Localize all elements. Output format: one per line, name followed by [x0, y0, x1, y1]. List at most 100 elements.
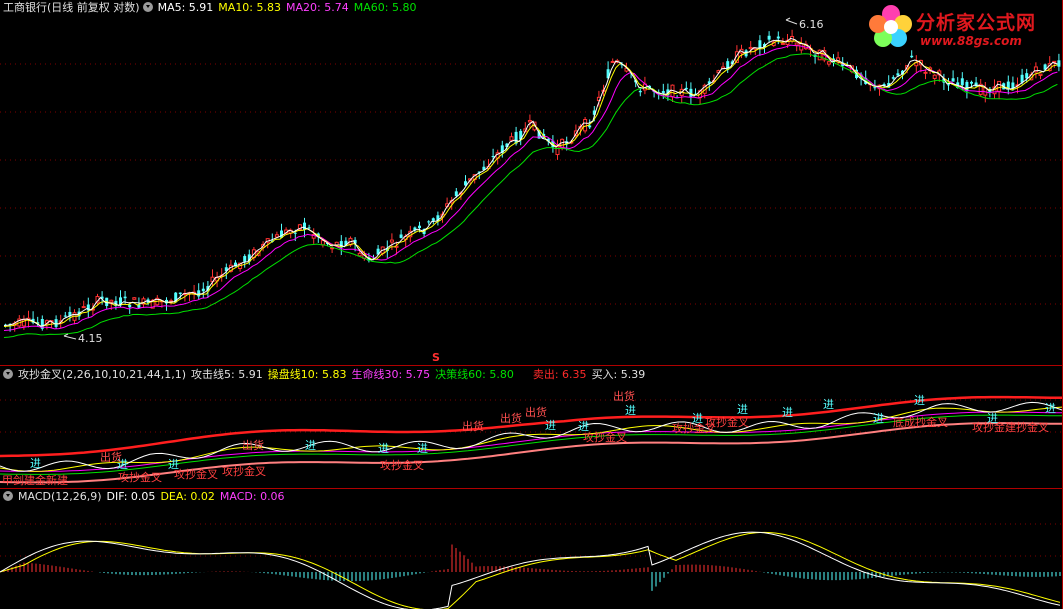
attack-cross-label: 攻抄金叉 — [583, 431, 627, 444]
candle-body — [128, 304, 132, 308]
macd-value: MACD: 0.06 — [219, 490, 285, 503]
sell-value: 卖出: 6.35 — [532, 368, 587, 381]
candle-body — [427, 221, 431, 223]
low-marker: 4.15 — [63, 332, 103, 345]
candle-body — [320, 240, 325, 246]
candle-body — [123, 296, 127, 299]
candlestick-series — [4, 29, 1061, 332]
candle-body — [960, 78, 964, 86]
candle-body — [947, 84, 950, 86]
candle-body — [873, 87, 877, 89]
ma20-line — [3, 44, 1058, 331]
dif-line — [0, 531, 1061, 609]
in-signal-label: 进 — [625, 404, 636, 417]
in-signal-label: 进 — [782, 406, 793, 419]
candle-body — [923, 71, 928, 74]
candle-body — [767, 35, 771, 40]
ma10-line — [3, 40, 1058, 327]
bottom-cross-label: 底成抄金叉 — [893, 416, 948, 429]
flower-logo-icon — [869, 5, 912, 47]
out-signal-label: 出货 — [500, 412, 522, 425]
macd-series — [0, 531, 1061, 609]
candle-body — [431, 218, 435, 221]
ma5-value: MA5: 5.91 — [157, 1, 214, 14]
control-line-value: 操盘线10: 5.83 — [267, 368, 347, 381]
candle-body — [965, 81, 969, 92]
candle-body — [63, 315, 67, 317]
in-signal-label: 进 — [823, 398, 834, 411]
attack-cross-label: 攻抄金叉 — [380, 459, 424, 472]
candle-body — [1057, 60, 1061, 67]
signal-s-mark: S — [432, 351, 440, 364]
attack-cross-label: 攻抄金叉 — [118, 471, 162, 484]
ma20-value: MA20: 5.74 — [286, 1, 349, 14]
macd-name: MACD(12,26,9) — [18, 490, 102, 503]
attack-cross-label: 攻抄金叉 — [222, 465, 266, 478]
indicator-dropdown-icon[interactable] — [3, 369, 13, 379]
macd-dropdown-icon[interactable] — [3, 491, 13, 501]
candle-body — [389, 239, 394, 243]
candle-body — [758, 40, 762, 49]
ma5-line — [3, 37, 1058, 327]
buy-value: 买入: 5.39 — [591, 368, 646, 381]
candle-body — [588, 125, 592, 128]
candle-body — [201, 288, 205, 292]
candle-body — [1038, 73, 1043, 76]
candle-body — [560, 138, 565, 149]
candle-body — [399, 234, 403, 238]
indicator-header: 攻抄金叉(2,26,10,10,21,44,1,1) 攻击线5: 5.91 操盘线1… — [3, 367, 650, 383]
candle-body — [776, 36, 780, 39]
left-cross-label: 甲剑建金新建 — [2, 474, 68, 487]
high-price-label: 6.16 — [799, 18, 824, 31]
logo-url: www.88gs.com — [920, 34, 1022, 48]
candle-body — [638, 90, 642, 93]
in-signal-label: 进 — [305, 439, 316, 452]
stock-title: 工商银行(日线 前复权 对数) — [3, 1, 140, 14]
candle-body — [891, 77, 895, 79]
dea-line — [0, 531, 1061, 609]
out-signal-label: 出货 — [462, 420, 484, 433]
dropdown-icon[interactable] — [142, 2, 153, 12]
candle-body — [509, 136, 514, 141]
ma10-value: MA10: 5.83 — [218, 1, 282, 14]
candle-body — [1025, 73, 1029, 79]
indicator-name: 攻抄金叉(2,26,10,10,21,44,1,1) — [18, 368, 187, 381]
out-signal-label: 出货 — [525, 406, 547, 419]
stock-chart-canvas[interactable]: 6.16 4.15 S — [0, 0, 1063, 609]
candle-body — [243, 256, 247, 262]
attack-cross-label: 攻抄金叉 — [705, 416, 749, 429]
in-signal-label: 进 — [1045, 402, 1056, 415]
in-signal-label: 进 — [914, 394, 925, 407]
candle-body — [178, 292, 182, 295]
candle-body — [132, 297, 137, 300]
candle-body — [54, 319, 58, 327]
logo-name: 分析家公式网 — [916, 12, 1037, 34]
candle-body — [274, 234, 279, 238]
candle-body — [951, 78, 955, 82]
candle-body — [583, 119, 588, 132]
main-chart-header: 工商银行(日线 前复权 对数) MA5: 5.91 MA10: 5.83 MA20: … — [3, 0, 421, 16]
dif-value: DIF: 0.05 — [106, 490, 156, 503]
candle-body — [780, 42, 785, 45]
life-line-value: 生命线30: 5.75 — [351, 368, 431, 381]
out-signal-label: 出货 — [100, 451, 122, 464]
candle-body — [527, 119, 532, 123]
candle-body — [418, 225, 421, 229]
candle-body — [491, 156, 495, 158]
moving-average-lines — [3, 37, 1058, 338]
in-signal-label: 进 — [417, 442, 428, 455]
candle-body — [997, 80, 1002, 92]
candle-body — [661, 91, 665, 94]
high-marker: 6.16 — [785, 17, 824, 31]
out-signal-label: 出货 — [613, 390, 635, 403]
candle-body — [910, 55, 914, 58]
dea-value: DEA: 0.02 — [160, 490, 215, 503]
candle-body — [454, 191, 458, 197]
candle-body — [109, 299, 114, 303]
candle-body — [81, 306, 86, 309]
candle-body — [826, 61, 831, 65]
candle-body — [307, 227, 311, 229]
in-signal-label: 进 — [30, 457, 41, 470]
in-signal-label: 进 — [873, 412, 884, 425]
candle-body — [197, 290, 201, 297]
